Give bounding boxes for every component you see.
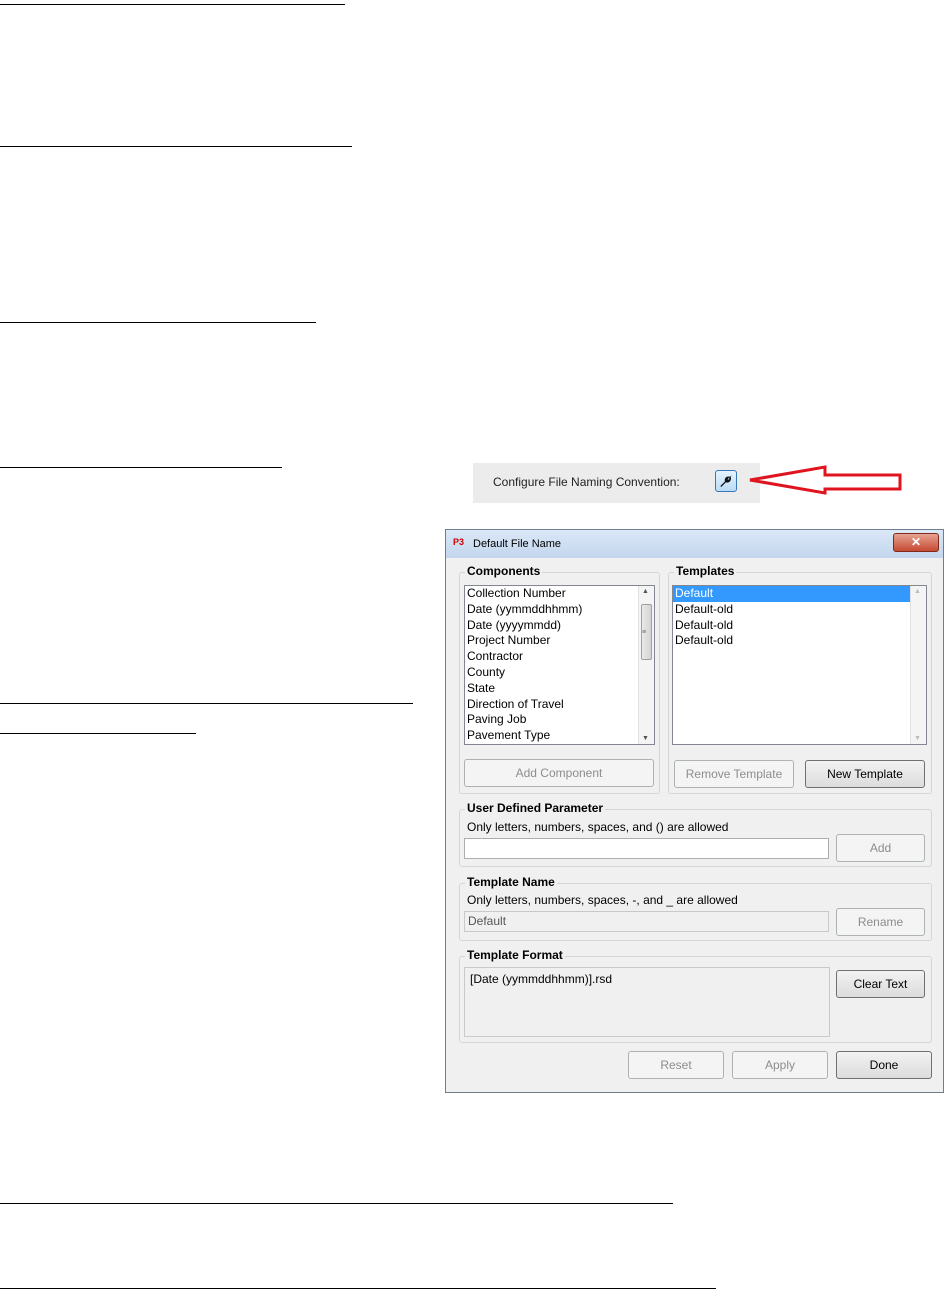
document-rule — [0, 1203, 673, 1204]
list-item[interactable]: Pavement Type — [465, 728, 654, 744]
configure-naming-label: Configure File Naming Convention: — [493, 475, 680, 489]
app-icon: P3 — [453, 537, 465, 547]
default-file-name-dialog: P3 Default File Name ✕ Components Collec… — [445, 529, 944, 1093]
list-item[interactable]: Date (yymmddhhmm) — [465, 602, 654, 618]
list-item[interactable]: Project Number — [465, 633, 654, 649]
list-item[interactable]: Paving Job — [465, 712, 654, 728]
template-format-title: Template Format — [465, 948, 565, 962]
done-button[interactable]: Done — [836, 1051, 932, 1079]
add-component-button[interactable]: Add Component — [464, 759, 654, 787]
list-item-selected[interactable]: Default — [673, 586, 926, 602]
list-item[interactable]: Default-old — [673, 618, 926, 634]
user-parameter-title: User Defined Parameter — [465, 801, 606, 815]
user-parameter-hint: Only letters, numbers, spaces, and () ar… — [467, 820, 729, 834]
configure-naming-strip: Configure File Naming Convention: — [473, 463, 760, 503]
wrench-icon — [720, 475, 732, 487]
template-name-input[interactable]: Default — [464, 911, 829, 932]
templates-list[interactable]: Default Default-old Default-old Default-… — [672, 585, 927, 745]
scroll-up-icon[interactable]: ▲ — [914, 588, 921, 595]
document-rule — [0, 4, 345, 5]
document-rule — [0, 146, 352, 147]
components-list[interactable]: Collection Number Date (yymmddhhmm) Date… — [464, 585, 655, 745]
list-item[interactable]: Direction of Travel — [465, 697, 654, 713]
list-item[interactable]: Contractor — [465, 649, 654, 665]
scroll-grip-icon: ≡ — [642, 629, 647, 636]
document-rule — [0, 322, 316, 323]
reset-button[interactable]: Reset — [628, 1051, 724, 1079]
rename-button[interactable]: Rename — [836, 908, 925, 936]
template-name-title: Template Name — [465, 875, 557, 889]
template-name-hint: Only letters, numbers, spaces, -, and _ … — [467, 893, 738, 907]
user-parameter-input[interactable] — [464, 838, 829, 859]
components-title: Components — [465, 564, 543, 578]
document-rule — [0, 733, 196, 734]
document-rule — [0, 1288, 716, 1289]
list-item[interactable]: County — [465, 665, 654, 681]
list-item[interactable]: Collection Number — [465, 586, 654, 602]
list-item[interactable]: State — [465, 681, 654, 697]
close-icon: ✕ — [910, 535, 922, 549]
document-rule — [0, 467, 282, 468]
dialog-title: Default File Name — [473, 538, 562, 550]
scroll-up-icon[interactable]: ▲ — [642, 588, 649, 595]
configure-naming-button[interactable] — [715, 470, 737, 492]
clear-text-button[interactable]: Clear Text — [836, 970, 925, 998]
new-template-button[interactable]: New Template — [805, 760, 925, 788]
list-item[interactable]: Default-old — [673, 602, 926, 618]
remove-template-button[interactable]: Remove Template — [674, 760, 794, 788]
document-rule — [0, 703, 413, 704]
components-scrollbar[interactable]: ▲ ≡ ▼ — [638, 586, 654, 744]
templates-scrollbar[interactable]: ▲ ▼ — [910, 586, 926, 744]
close-button[interactable]: ✕ — [893, 533, 939, 552]
dialog-titlebar[interactable]: P3 Default File Name ✕ — [446, 530, 943, 558]
list-item[interactable]: Date (yyyymmdd) — [465, 618, 654, 634]
add-parameter-button[interactable]: Add — [836, 834, 925, 862]
templates-title: Templates — [674, 564, 737, 578]
scroll-down-icon[interactable]: ▼ — [914, 735, 921, 742]
scroll-down-icon[interactable]: ▼ — [642, 735, 649, 742]
apply-button[interactable]: Apply — [732, 1051, 828, 1079]
red-arrow-icon — [749, 465, 902, 495]
list-item[interactable]: Default-old — [673, 633, 926, 649]
template-format-box[interactable]: [Date (yymmddhhmm)].rsd — [464, 967, 830, 1037]
